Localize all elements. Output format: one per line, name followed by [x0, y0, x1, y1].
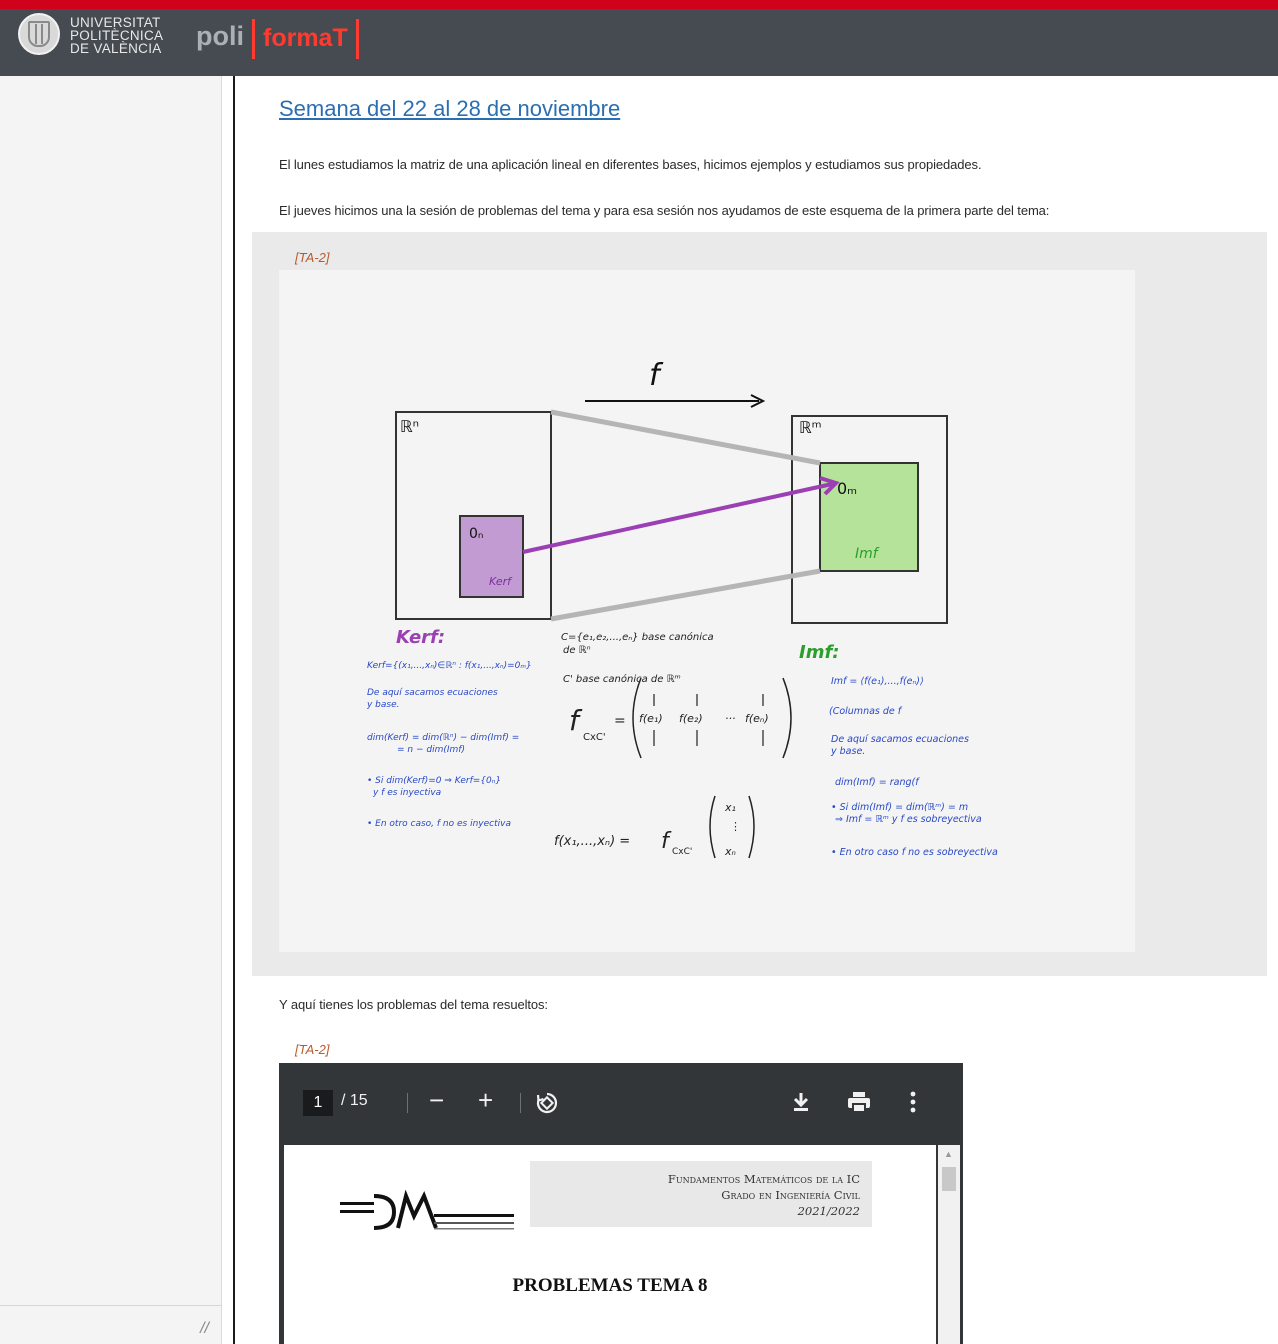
- matrix-index: CxC': [583, 732, 606, 743]
- paragraph-thursday: El jueves hicimos una la sesión de probl…: [279, 203, 1050, 218]
- pdf-scrollbar[interactable]: ▲: [938, 1145, 960, 1344]
- svg-text:=: =: [614, 713, 626, 729]
- matrix-column: f(e₁): [639, 712, 663, 725]
- kernel-note: y f es inyectiva: [372, 788, 441, 798]
- kernel-label: Kerf: [489, 575, 513, 588]
- document-title: PROBLEMAS TEMA 8: [512, 1275, 708, 1296]
- kernel-note: y base.: [366, 700, 400, 710]
- pdf-viewer[interactable]: 1 / 15 − + Fundamentos Matemáticos de la…: [279, 1063, 963, 1344]
- matrix-column: f(eₙ): [745, 712, 769, 725]
- university-seal-icon[interactable]: [18, 13, 60, 55]
- image-label: Imf: [855, 546, 880, 562]
- vector-entry: x₁: [724, 801, 736, 814]
- scrollbar-thumb[interactable]: [942, 1167, 956, 1191]
- kernel-note: • Si dim(Kerf)=0 ⇒ Kerf={0ₙ}: [367, 776, 501, 786]
- image-heading: Imf:: [799, 642, 839, 663]
- zoom-in-button[interactable]: +: [478, 1085, 493, 1116]
- university-name[interactable]: UNIVERSITAT POLITÈCNICA DE VALÈNCIA: [70, 16, 163, 56]
- coordinate-formula: f(x₁,...,xₙ) =: [554, 834, 630, 849]
- pdf-page: Fundamentos Matemáticos de la IC Grado e…: [284, 1145, 936, 1344]
- image-note: De aquí sacamos ecuaciones: [831, 734, 969, 745]
- map-label: f: [649, 358, 664, 393]
- brand-logo[interactable]: formaT: [252, 19, 359, 59]
- basis-note: C' base canónica de ℝᵐ: [563, 673, 681, 685]
- image-note: dim(Imf) = rang(f: [835, 777, 920, 788]
- domain-label: ℝⁿ: [400, 417, 419, 436]
- print-icon[interactable]: [846, 1090, 872, 1119]
- kernel-note: dim(Kerf) = dim(ℝⁿ) − dim(Imf) =: [367, 733, 519, 743]
- download-icon[interactable]: [789, 1090, 813, 1119]
- week-title-link[interactable]: Semana del 22 al 28 de noviembre: [279, 96, 620, 122]
- brand-prefix[interactable]: poli: [196, 21, 244, 52]
- image-note: ⇒ Imf = ℝᵐ y f es sobreyectiva: [835, 814, 982, 825]
- image-note: (Columnas de f: [829, 706, 903, 717]
- zoom-out-button[interactable]: −: [429, 1085, 444, 1116]
- image-note: • En otro caso f no es sobreyectiva: [831, 847, 998, 858]
- matrix-column: ···: [725, 712, 736, 725]
- sidebar: //: [0, 76, 222, 1344]
- matrix-column: f(e₂): [679, 712, 703, 725]
- kernel-note: Kerf={(x₁,...,xₙ)∈ℝⁿ : f(x₁,...,xₙ)=0ₘ}: [367, 661, 532, 671]
- basis-note: de ℝⁿ: [563, 645, 591, 656]
- course-name: Fundamentos Matemáticos de la IC: [667, 1172, 860, 1186]
- matrix-symbol: f: [661, 829, 672, 854]
- matrix-symbol: f: [569, 704, 583, 737]
- course-info-box: Fundamentos Matemáticos de la IC Grado e…: [530, 1161, 872, 1227]
- more-options-icon[interactable]: [909, 1090, 917, 1119]
- image-note: • Si dim(Imf) = dim(ℝᵐ) = m: [831, 802, 968, 813]
- sidebar-footer-divider: [0, 1305, 222, 1306]
- image-note: Imf = ⟨f(e₁),...,f(eₙ)⟩: [831, 676, 924, 687]
- kernel-note: De aquí sacamos ecuaciones: [367, 688, 498, 698]
- tag-label: [TA-2]: [295, 1042, 330, 1057]
- page-count: / 15: [341, 1092, 368, 1109]
- scroll-up-icon[interactable]: ▲: [944, 1149, 953, 1159]
- image-note: y base.: [830, 746, 865, 757]
- kernel-note: = n − dim(Imf): [397, 745, 465, 755]
- pdf-toolbar: 1 / 15 − +: [279, 1063, 963, 1145]
- degree-name: Grado en Ingeniería Civil: [721, 1188, 860, 1202]
- vector-entry: ⋮: [730, 820, 741, 833]
- resize-handle-icon[interactable]: //: [200, 1320, 209, 1338]
- department-logo-icon: [340, 1190, 514, 1230]
- academic-year: 2021/2022: [797, 1204, 860, 1218]
- whiteboard-image[interactable]: f ℝⁿ 0ₙ Kerf ℝᵐ 0ₘ Imf Kerf: Kerf={(x₁,.…: [279, 270, 1135, 952]
- toolbar-divider: [407, 1093, 408, 1113]
- toolbar-divider: [520, 1093, 521, 1113]
- kernel-heading: Kerf:: [396, 627, 445, 648]
- vector-entry: xₙ: [724, 845, 736, 858]
- codomain-label: ℝᵐ: [799, 418, 822, 437]
- zero-map-arrow: [522, 482, 833, 554]
- rotate-icon[interactable]: [535, 1091, 559, 1120]
- basis-note: C={e₁,e₂,...,eₙ} base canónica: [561, 631, 714, 643]
- kernel-note: • En otro caso, f no es inyectiva: [367, 819, 511, 829]
- paragraph-monday: El lunes estudiamos la matriz de una apl…: [279, 157, 982, 172]
- page-number-input[interactable]: 1: [303, 1090, 333, 1116]
- zero-codomain-label: 0ₘ: [837, 479, 857, 498]
- top-header: UNIVERSITAT POLITÈCNICA DE VALÈNCIA poli…: [0, 0, 1278, 76]
- matrix-index: CxC': [672, 847, 692, 857]
- content-divider: [233, 76, 235, 1344]
- paragraph-solutions: Y aquí tienes los problemas del tema res…: [279, 997, 548, 1012]
- zero-domain-label: 0ₙ: [469, 526, 484, 542]
- tag-label: [TA-2]: [295, 250, 330, 265]
